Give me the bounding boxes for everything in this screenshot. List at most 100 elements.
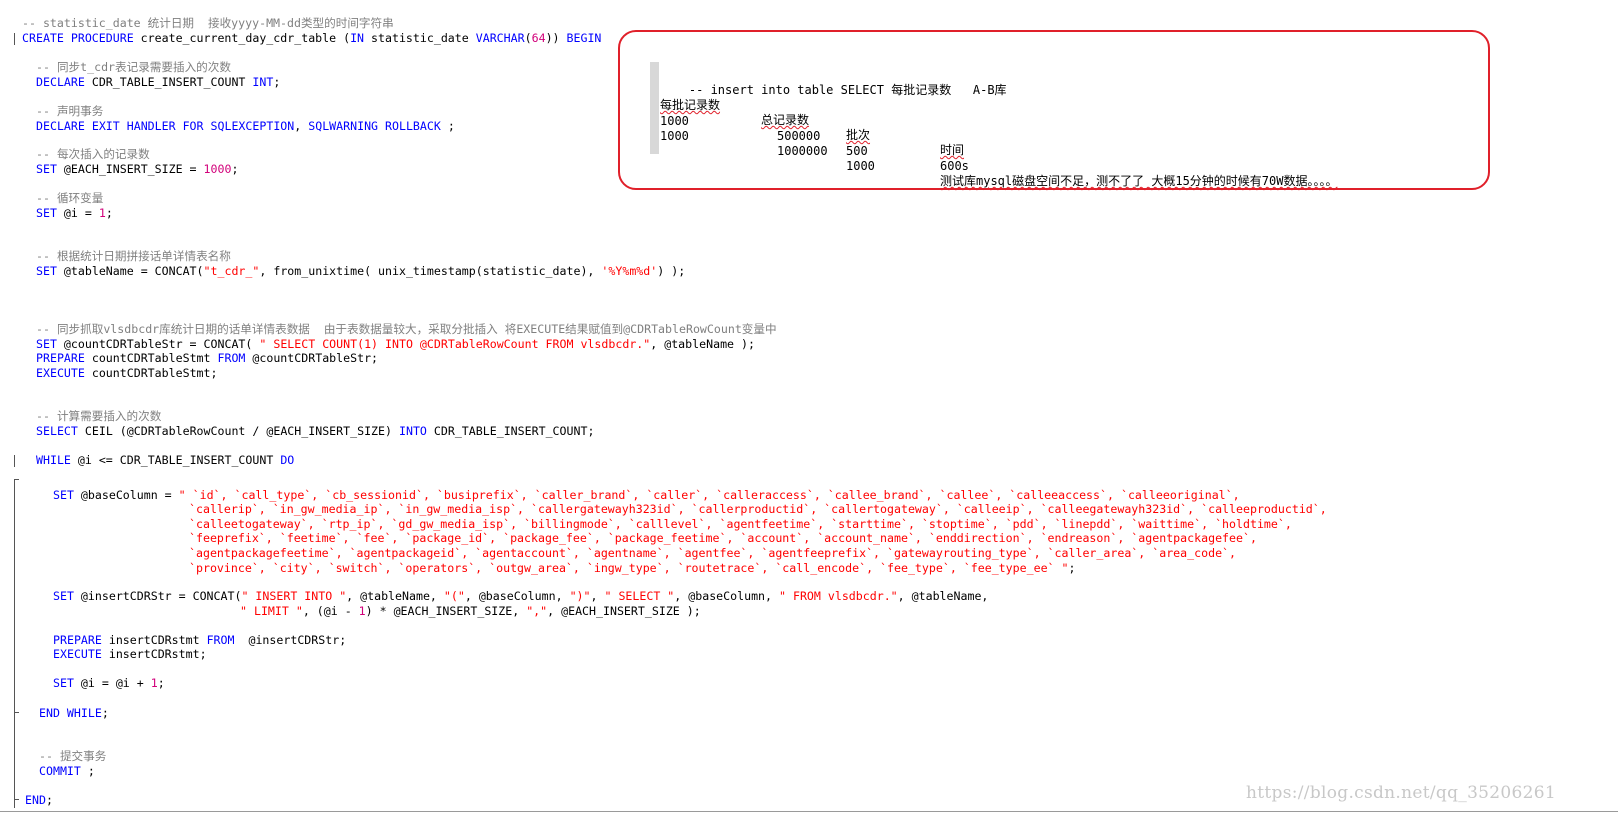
code-token: "(" [443, 589, 465, 603]
code-token: ")" [569, 589, 591, 603]
code-token: create_current_day_cdr_table ( [140, 31, 351, 45]
code-token: SQLWARNING ROLLBACK [308, 119, 448, 133]
code-token: `callerip`, `in_gw_media_ip`, `in_gw_med… [189, 502, 1327, 516]
code-line[interactable]: DECLARE EXIT HANDLER FOR SQLEXCEPTION, S… [36, 119, 455, 134]
code-token: SET [36, 162, 64, 176]
code-token: " `id`, `call_type`, `cb_sessionid`, `bu… [178, 488, 1240, 502]
code-line[interactable]: `province`, `city`, `switch`, `operators… [189, 561, 1075, 576]
code-token: @insertCDRStr = CONCAT( [80, 589, 242, 603]
code-token: " SELECT " [604, 589, 675, 603]
code-token: @i = [63, 206, 99, 220]
fold-tick [14, 799, 19, 800]
code-line[interactable]: SET @baseColumn = " `id`, `call_type`, `… [53, 488, 1240, 503]
code-token: , @tableName, [346, 589, 444, 603]
code-line[interactable]: -- 计算需要插入的次数 [36, 409, 161, 424]
code-token: @i = @i + [80, 676, 151, 690]
code-token: , @EACH_INSERT_SIZE ); [547, 604, 701, 618]
code-token: PREPARE [53, 633, 109, 647]
code-token: IN [350, 31, 372, 45]
code-token: "," [526, 604, 548, 618]
code-line[interactable]: SET @i = @i + 1; [53, 676, 165, 691]
code-token: SET [36, 337, 64, 351]
code-token: END WHILE [39, 706, 102, 720]
code-token: DO [280, 453, 295, 467]
code-line[interactable]: SET @countCDRTableStr = CONCAT( " SELECT… [36, 337, 755, 352]
code-line[interactable]: END WHILE; [39, 706, 109, 721]
code-line[interactable]: DECLARE CDR_TABLE_INSERT_COUNT INT; [36, 75, 280, 90]
code-token: @countCDRTableStr = CONCAT( [63, 337, 260, 351]
code-token: countCDRTableStmt [91, 351, 218, 365]
code-token: insertCDRstmt [108, 633, 207, 647]
code-token: `feeprefix`, `feetime`, `fee`, `package_… [189, 531, 1257, 545]
code-token: -- 计算需要插入的次数 [36, 409, 162, 423]
code-line[interactable]: COMMIT ; [39, 764, 95, 779]
row2-time-note: 测试库mysql磁盘空间不足，测不了了 大概15分钟的时候有70W数据。。。。 [940, 174, 1338, 188]
fold-marker-concat[interactable] [14, 590, 19, 602]
code-token: , @tableName ); [650, 337, 755, 351]
code-token: ; [231, 162, 239, 176]
code-line[interactable]: -- 根据统计日期拼接话单详情表名称 [36, 249, 231, 264]
fold-tick [14, 479, 19, 480]
code-line[interactable]: -- 同步抓取vlsdbcdr库统计日期的话单详情表数据 由于表数据量较大，采取… [36, 322, 777, 337]
code-token: ; [273, 75, 281, 89]
code-token: , from_unixtime( unix_timestamp(statisti… [259, 264, 602, 278]
code-token: 1 [358, 604, 366, 618]
code-token: @insertCDRStr; [248, 633, 347, 647]
code-line[interactable]: -- 循环变量 [36, 191, 103, 206]
code-line[interactable]: END; [25, 793, 53, 808]
code-token: '%Y%m%d' [601, 264, 658, 278]
code-line[interactable]: WHILE @i <= CDR_TABLE_INSERT_COUNT DO [36, 453, 294, 468]
code-line[interactable]: `feeprefix`, `feetime`, `fee`, `package_… [189, 531, 1257, 546]
code-token: " SELECT COUNT(1) INTO @CDRTableRowCount… [259, 337, 651, 351]
code-token: -- 同步抓取vlsdbcdr库统计日期的话单详情表数据 由于表数据量较大，采取… [36, 322, 777, 336]
code-line[interactable]: `agentpackagefeetime`, `agentpackageid`,… [189, 546, 1236, 561]
row2-batch-size: 1000 [660, 129, 689, 143]
code-line[interactable]: SET @EACH_INSERT_SIZE = 1000; [36, 162, 238, 177]
code-line[interactable]: SET @tableName = CONCAT("t_cdr_", from_u… [36, 264, 685, 279]
code-token: `calleetogateway`, `rtp_ip`, `gd_gw_medi… [189, 517, 1292, 531]
code-line[interactable]: `callerip`, `in_gw_media_ip`, `in_gw_med… [189, 502, 1327, 517]
code-token: @EACH_INSERT_SIZE = [63, 162, 204, 176]
code-line[interactable]: CREATE PROCEDURE create_current_day_cdr_… [22, 31, 601, 46]
code-token: CDR_TABLE_INSERT_COUNT [91, 75, 253, 89]
code-token: CEIL (@CDRTableRowCount / @EACH_INSERT_S… [84, 424, 399, 438]
code-token: , [294, 119, 309, 133]
code-token: , @baseColumn, [464, 589, 570, 603]
code-token: )) [545, 31, 567, 45]
code-token: ) * @EACH_INSERT_SIZE, [365, 604, 527, 618]
code-line[interactable]: -- 声明事务 [36, 104, 103, 119]
code-line[interactable]: EXECUTE insertCDRstmt; [53, 647, 207, 662]
bottom-divider [0, 811, 1618, 812]
code-line[interactable]: `calleetogateway`, `rtp_ip`, `gd_gw_medi… [189, 517, 1292, 532]
code-line[interactable]: SELECT CEIL (@CDRTableRowCount / @EACH_I… [36, 424, 594, 439]
code-line[interactable]: PREPARE countCDRTableStmt FROM @countCDR… [36, 351, 378, 366]
code-line[interactable]: PREPARE insertCDRstmt FROM @insertCDRStr… [53, 633, 346, 648]
code-token: 1 [150, 676, 158, 690]
code-token: @countCDRTableStr; [252, 351, 379, 365]
code-line[interactable]: SET @i = 1; [36, 206, 113, 221]
code-token: , [590, 589, 605, 603]
fold-marker-while[interactable] [14, 455, 19, 467]
code-line[interactable]: -- 同步t_cdr表记录需要插入的次数 [36, 60, 231, 75]
fold-marker-procedure[interactable] [14, 33, 19, 45]
code-token: SET [53, 589, 81, 603]
code-token: , (@i - [302, 604, 359, 618]
code-line[interactable]: -- statistic_date 统计日期 接收yyyy-MM-dd类型的时间… [22, 16, 394, 31]
code-line[interactable]: -- 每次插入的记录数 [36, 147, 150, 162]
code-token: DECLARE [36, 75, 92, 89]
code-line[interactable]: -- 提交事务 [39, 749, 106, 764]
note-data-row-2: 1000 1000000 1000 测试库mysql磁盘空间不足，测不了了 大概… [660, 114, 1480, 204]
code-token: ; [45, 793, 53, 807]
code-line[interactable]: EXECUTE countCDRTableStmt; [36, 366, 217, 381]
code-token: @baseColumn = [80, 488, 179, 502]
code-token: CDR_TABLE_INSERT_COUNT; [433, 424, 595, 438]
code-token: 1 [98, 206, 106, 220]
watermark: https://blog.csdn.net/qq_35206261 [1246, 783, 1556, 803]
code-token: , @tableName, [897, 589, 989, 603]
code-token: WHILE [36, 453, 78, 467]
code-line[interactable]: SET @insertCDRStr = CONCAT(" INSERT INTO… [53, 589, 988, 604]
code-line[interactable]: " LIMIT ", (@i - 1) * @EACH_INSERT_SIZE,… [240, 604, 701, 619]
code-token: , @baseColumn, [674, 589, 779, 603]
code-token: countCDRTableStmt; [91, 366, 218, 380]
code-token: " INSERT INTO " [241, 589, 347, 603]
